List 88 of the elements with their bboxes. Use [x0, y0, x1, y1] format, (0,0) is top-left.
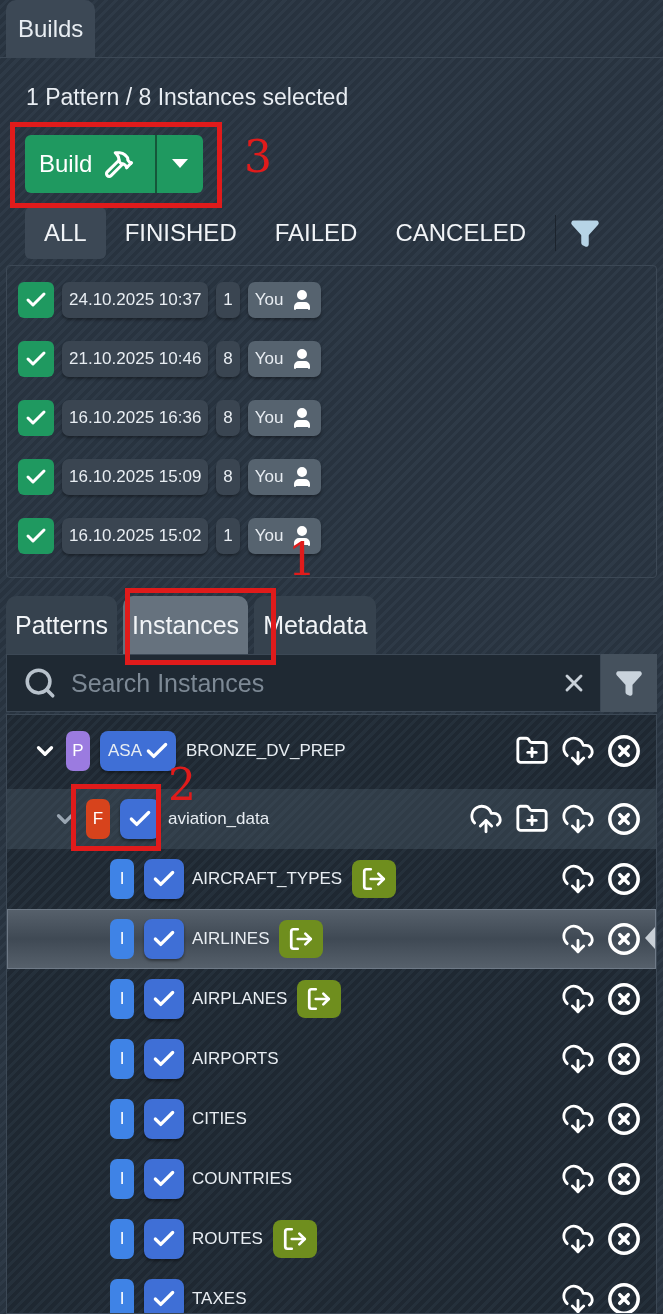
- search-icon: [23, 666, 57, 700]
- tree-item-name: AIRLINES: [192, 929, 270, 949]
- annotation-number: 3: [244, 135, 272, 179]
- status-filter-tab[interactable]: CANCELED: [376, 207, 546, 259]
- remove-icon[interactable]: [607, 734, 641, 768]
- cloud-download-icon[interactable]: [561, 862, 595, 896]
- status-filter-tab[interactable]: FINISHED: [105, 207, 256, 259]
- cloud-download-icon[interactable]: [561, 1042, 595, 1076]
- build-date: 16.10.2025 15:09: [62, 459, 209, 495]
- filter-button[interactable]: [601, 654, 657, 712]
- remove-icon[interactable]: [607, 1042, 641, 1076]
- hammer-icon: [104, 149, 135, 179]
- remove-icon[interactable]: [607, 802, 641, 836]
- build-date: 16.10.2025 16:36: [62, 400, 209, 436]
- remove-icon[interactable]: [607, 922, 641, 956]
- type-badge: I: [110, 979, 134, 1019]
- user-chip: You: [247, 341, 321, 377]
- instance-count: 8: [216, 400, 240, 436]
- caret-icon: [172, 159, 188, 169]
- export-icon[interactable]: [352, 860, 397, 898]
- build-date: 16.10.2025 15:02: [62, 518, 209, 554]
- cloud-download-icon[interactable]: [561, 1282, 595, 1313]
- remove-icon[interactable]: [607, 1162, 641, 1196]
- search-input[interactable]: Search Instances: [69, 667, 548, 699]
- selected-tree-row[interactable]: I AIRLINES: [7, 909, 656, 969]
- tab[interactable]: Instances: [123, 596, 249, 654]
- build-options-button[interactable]: [157, 135, 203, 193]
- checkbox[interactable]: [144, 1159, 184, 1199]
- checkbox[interactable]: [144, 859, 184, 899]
- cloud-download-icon[interactable]: [561, 734, 595, 768]
- tree-item-name: COUNTRIES: [192, 1169, 293, 1189]
- tree-item-name: ROUTES: [192, 1229, 263, 1249]
- checkbox[interactable]: [144, 979, 184, 1019]
- type-badge: I: [110, 1159, 134, 1199]
- export-icon[interactable]: [279, 920, 324, 958]
- checkbox[interactable]: [144, 1279, 184, 1313]
- remove-icon[interactable]: [607, 1102, 641, 1136]
- cloud-download-icon[interactable]: [561, 1222, 595, 1256]
- instance-count: 1: [216, 282, 240, 318]
- tree-item-name: AIRCRAFT_TYPES: [192, 869, 343, 889]
- type-badge: I: [110, 919, 134, 959]
- remove-icon[interactable]: [607, 1222, 641, 1256]
- tab[interactable]: Patterns: [6, 596, 118, 654]
- export-icon[interactable]: [272, 1220, 317, 1258]
- build-button[interactable]: Build: [25, 135, 157, 193]
- remove-icon[interactable]: [607, 982, 641, 1016]
- cloud-download-icon[interactable]: [561, 802, 595, 836]
- type-badge: I: [110, 1279, 134, 1313]
- user-chip: You: [247, 400, 321, 436]
- user-chip: You: [247, 282, 321, 318]
- type-badge: I: [110, 1039, 134, 1079]
- selection-summary: 1 Pattern / 8 Instances selected: [25, 84, 350, 111]
- build-date: 21.10.2025 10:46: [62, 341, 209, 377]
- checkbox[interactable]: [144, 1099, 184, 1139]
- type-badge: I: [110, 859, 134, 899]
- search-field[interactable]: Search Instances: [6, 654, 601, 712]
- remove-icon[interactable]: [607, 1282, 641, 1313]
- tree-item-name: BRONZE_DV_PREP: [186, 741, 346, 761]
- status-filter-tab[interactable]: FAILED: [255, 207, 377, 259]
- type-badge: F: [86, 799, 110, 839]
- instance-count: 1: [216, 518, 240, 554]
- user-chip: You: [247, 459, 321, 495]
- instance-count: 8: [216, 341, 240, 377]
- tree-item-name: CITIES: [192, 1109, 247, 1129]
- type-badge: P: [66, 731, 90, 771]
- checkbox[interactable]: [144, 1039, 184, 1079]
- instance-count: 8: [216, 459, 240, 495]
- cloud-download-icon[interactable]: [561, 922, 595, 956]
- type-badge: I: [110, 1099, 134, 1139]
- remove-icon[interactable]: [607, 862, 641, 896]
- tree-item-name: AIRPLANES: [192, 989, 288, 1009]
- filter-icon: [615, 669, 643, 697]
- builds-tab[interactable]: Builds: [6, 0, 96, 57]
- export-icon[interactable]: [297, 980, 342, 1018]
- cloud-download-icon[interactable]: [561, 1102, 595, 1136]
- cloud-download-icon[interactable]: [561, 1162, 595, 1196]
- tree-item-name: AIRPORTS: [192, 1049, 279, 1069]
- tree-item-name: aviation_data: [168, 809, 270, 829]
- checkbox[interactable]: [144, 919, 184, 959]
- build-date: 24.10.2025 10:37: [62, 282, 209, 318]
- status-filter-tab[interactable]: ALL: [25, 207, 106, 259]
- type-badge: I: [110, 1219, 134, 1259]
- tree-item-name: TAXES: [192, 1289, 247, 1309]
- filter-icon[interactable]: [570, 218, 601, 248]
- selection-marker-icon: [645, 927, 655, 949]
- cloud-upload-icon[interactable]: [469, 802, 503, 836]
- cloud-download-icon[interactable]: [561, 982, 595, 1016]
- checkbox[interactable]: [144, 1219, 184, 1259]
